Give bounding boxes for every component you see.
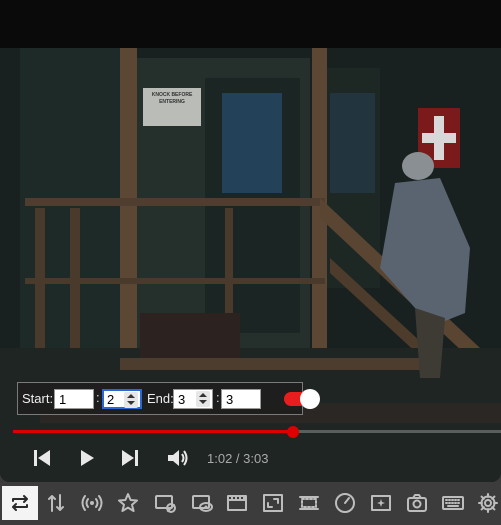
start-separator: : xyxy=(96,390,100,405)
time-separator: / xyxy=(232,451,244,466)
previous-button[interactable] xyxy=(31,448,53,468)
sort-arrows-icon xyxy=(48,494,64,512)
end-minutes-value: 3 xyxy=(178,392,186,407)
play-button[interactable] xyxy=(76,448,98,468)
toolbar-button-wide-screen[interactable] xyxy=(291,486,327,520)
toolbar-button-resize[interactable] xyxy=(255,486,291,520)
wide-screen-icon xyxy=(299,496,319,510)
star-icon xyxy=(118,493,138,512)
end-label: End: xyxy=(147,391,174,406)
start-seconds-input[interactable]: 2 xyxy=(102,389,142,409)
toolbar-button-eye-screen[interactable] xyxy=(184,486,220,520)
stepper-up-icon[interactable] xyxy=(127,394,135,398)
speed-gauge-icon xyxy=(335,493,355,513)
sign-line-2: ENTERING xyxy=(159,99,185,105)
camera-icon xyxy=(407,494,427,512)
start-minutes-input[interactable]: 1 xyxy=(54,389,94,409)
toolbar-button-sort-arrows[interactable] xyxy=(38,486,74,520)
volume-button[interactable] xyxy=(166,448,190,468)
stepper-up-icon[interactable] xyxy=(199,393,207,397)
broadcast-icon xyxy=(81,495,103,511)
duration: 3:03 xyxy=(243,451,269,466)
toolbar-button-camera[interactable] xyxy=(399,486,435,520)
time-display: 1:02 / 3:03 xyxy=(207,451,268,466)
gear-icon xyxy=(478,493,498,513)
play-icon xyxy=(81,450,94,466)
volume-icon xyxy=(168,450,188,466)
extension-toolbar xyxy=(0,482,501,525)
video-player[interactable]: KNOCK BEFORE ENTERING Start: 1 : 2 End: … xyxy=(0,0,501,482)
start-seconds-value: 2 xyxy=(107,392,115,407)
skip-next-icon xyxy=(122,450,138,466)
video-letterbox xyxy=(0,0,501,48)
toolbar-button-broadcast[interactable] xyxy=(74,486,110,520)
toolbar-button-cinema[interactable] xyxy=(219,486,255,520)
repeat-icon xyxy=(12,495,28,511)
stepper-down-icon[interactable] xyxy=(199,400,207,404)
video-frame[interactable]: KNOCK BEFORE ENTERING xyxy=(0,48,501,482)
end-separator: : xyxy=(216,390,220,405)
end-seconds-value: 3 xyxy=(226,392,234,407)
loop-toggle-knob[interactable] xyxy=(300,389,320,409)
start-label: Start: xyxy=(22,391,54,406)
ab-loop-panel: Start: 1 : 2 End: 3 : 3 xyxy=(17,382,320,415)
current-time: 1:02 xyxy=(207,451,233,466)
eye-screen-icon xyxy=(192,495,213,512)
video-scene xyxy=(0,48,501,482)
sparkle-screen-icon xyxy=(371,495,391,511)
end-minutes-stepper[interactable] xyxy=(196,391,210,407)
start-seconds-stepper[interactable] xyxy=(124,392,138,408)
stepper-down-icon[interactable] xyxy=(127,401,135,405)
end-minutes-input[interactable]: 3 xyxy=(173,389,213,409)
toolbar-button-repeat[interactable] xyxy=(2,486,38,520)
toolbar-button-no-ads[interactable] xyxy=(147,486,183,520)
sign-text: KNOCK BEFORE ENTERING xyxy=(143,92,201,106)
toolbar-button-sparkle-screen[interactable] xyxy=(363,486,399,520)
start-minutes-value: 1 xyxy=(59,392,67,407)
toolbar-button-star[interactable] xyxy=(110,486,146,520)
progress-fill xyxy=(13,430,293,433)
cinema-icon xyxy=(227,495,247,511)
toolbar-button-gear[interactable] xyxy=(470,486,501,520)
next-button[interactable] xyxy=(119,448,141,468)
progress-bar[interactable] xyxy=(13,426,501,438)
toolbar-button-speed-gauge[interactable] xyxy=(327,486,363,520)
toolbar-button-keyboard[interactable] xyxy=(435,486,471,520)
no-ads-icon xyxy=(155,495,176,513)
keyboard-icon xyxy=(442,496,464,510)
end-seconds-input[interactable]: 3 xyxy=(221,389,261,409)
resize-icon xyxy=(263,494,283,512)
loop-toggle[interactable] xyxy=(284,389,320,409)
sign-line-1: KNOCK BEFORE xyxy=(151,92,193,98)
skip-previous-icon xyxy=(34,450,50,466)
progress-thumb[interactable] xyxy=(286,426,299,438)
